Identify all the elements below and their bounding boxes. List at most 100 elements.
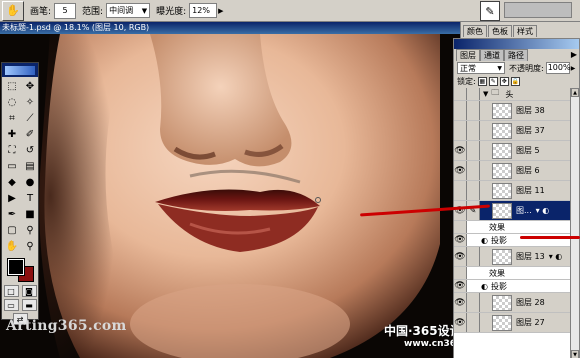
layer-row[interactable]: 👁 图层 5 xyxy=(454,141,579,161)
lock-position-icon[interactable]: ✥ xyxy=(499,77,509,86)
visibility-eye-icon[interactable] xyxy=(454,88,467,100)
layer-name: 图层 5 xyxy=(516,146,540,155)
link-icon[interactable] xyxy=(467,181,480,200)
screen-mode-full-icon[interactable]: ▬ xyxy=(21,299,37,311)
visibility-eye-icon[interactable]: 👁 xyxy=(454,141,467,160)
palette-well[interactable] xyxy=(504,2,572,18)
color-swatches[interactable] xyxy=(4,257,36,283)
link-icon[interactable] xyxy=(467,247,480,266)
effects-icon[interactable]: ▾ ◐ xyxy=(549,252,563,261)
move-tool-icon[interactable]: ✥ xyxy=(21,78,39,94)
foreground-color[interactable] xyxy=(7,258,25,276)
scroll-up-icon[interactable]: ▲ xyxy=(571,88,579,97)
link-icon[interactable] xyxy=(467,293,480,312)
airbrush-icon[interactable]: ✎ xyxy=(480,1,500,21)
visibility-eye-icon[interactable] xyxy=(454,101,467,120)
visibility-eye-icon[interactable]: 👁 xyxy=(454,280,467,292)
link-icon[interactable] xyxy=(467,101,480,120)
scroll-down-icon[interactable]: ▼ xyxy=(571,350,579,358)
dodge-tool-icon[interactable]: ● xyxy=(21,174,39,190)
marquee-tool-icon[interactable]: ⬚ xyxy=(3,78,21,94)
tab-color[interactable]: 颜色 xyxy=(463,25,487,37)
visibility-eye-icon[interactable]: 👁 xyxy=(454,313,467,332)
visibility-eye-icon[interactable] xyxy=(454,121,467,140)
layer-row[interactable]: 图层 38 xyxy=(454,101,579,121)
layer-row[interactable]: 图层 11 xyxy=(454,181,579,201)
range-select[interactable]: 中间调 ▼ xyxy=(106,3,151,18)
tab-swatches[interactable]: 色板 xyxy=(488,25,512,37)
drop-shadow-row[interactable]: 👁 ◐ 投影 xyxy=(454,280,579,293)
layer-name: 图层 11 xyxy=(516,186,545,195)
pen-tool-icon[interactable]: ✒ xyxy=(3,206,21,222)
type-tool-icon[interactable]: T xyxy=(21,190,39,206)
effects-row[interactable]: 效果 xyxy=(454,267,579,280)
lock-pixels-icon[interactable]: ✎ xyxy=(488,77,498,86)
visibility-eye-icon[interactable]: 👁 xyxy=(454,161,467,180)
layer-row-selected[interactable]: 👁 ✎ 图... ▾ ◐ xyxy=(454,201,579,221)
eraser-tool-icon[interactable]: ▭ xyxy=(3,158,21,174)
magic-wand-icon[interactable]: ✧ xyxy=(21,94,39,110)
history-brush-icon[interactable]: ↺ xyxy=(21,142,39,158)
visibility-eye-icon[interactable]: 👁 xyxy=(454,293,467,312)
brush-tool-icon[interactable]: ✐ xyxy=(21,126,39,142)
link-icon[interactable] xyxy=(467,141,480,160)
canvas[interactable] xyxy=(0,34,460,358)
options-bar: ✋ 画笔: 5 范围: 中间调 ▼ 曝光度: 12% ▶ ✎ xyxy=(0,0,580,22)
stamp-tool-icon[interactable]: ⛶ xyxy=(3,142,21,158)
layer-folder[interactable]: ▼ 🗀 头 xyxy=(454,88,579,101)
link-icon[interactable] xyxy=(467,161,480,180)
notes-tool-icon[interactable]: ▢ xyxy=(3,222,21,238)
panel-menu-icon[interactable]: ▶ xyxy=(571,49,577,61)
eyedropper-icon[interactable]: ⚲ xyxy=(21,222,39,238)
document-title: 未标题-1.psd @ 18.1% (图层 10, RGB) xyxy=(0,22,460,34)
crop-tool-icon[interactable]: ⌗ xyxy=(3,110,21,126)
gradient-tool-icon[interactable]: ▤ xyxy=(21,158,39,174)
brush-picker[interactable]: 5 xyxy=(54,2,77,19)
layers-scrollbar[interactable]: ▲ ▼ xyxy=(570,88,579,358)
screen-mode-standard-icon[interactable]: ▭ xyxy=(3,299,19,311)
opacity-arrow-icon[interactable]: ▶ xyxy=(571,65,576,72)
visibility-eye-icon[interactable]: 👁 xyxy=(454,247,467,266)
color-panel: 颜色 色板 样式 xyxy=(460,22,580,38)
layer-row[interactable]: 图层 37 xyxy=(454,121,579,141)
standard-mode-icon[interactable]: □ xyxy=(3,285,19,297)
quickmask-mode-icon[interactable]: ◙ xyxy=(21,285,37,297)
tab-paths[interactable]: 路径 xyxy=(504,49,528,61)
layers-panel-titlebar[interactable] xyxy=(454,39,579,49)
hand-tool-icon[interactable]: ✋ xyxy=(3,238,21,254)
effects-row[interactable]: 效果 xyxy=(454,221,579,234)
slice-tool-icon[interactable]: ⟋ xyxy=(21,110,39,126)
layer-row[interactable]: 👁 图层 13 ▾ ◐ xyxy=(454,247,579,267)
shape-tool-icon[interactable]: ■ xyxy=(21,206,39,222)
blend-mode-select[interactable]: 正常 ▼ xyxy=(457,62,505,74)
expand-arrow-icon[interactable]: ▼ xyxy=(483,90,488,98)
tab-styles[interactable]: 样式 xyxy=(513,25,537,37)
layer-row[interactable]: 👁 图层 28 xyxy=(454,293,579,313)
exposure-arrow-icon[interactable]: ▶ xyxy=(218,7,223,15)
link-icon[interactable] xyxy=(467,88,480,100)
tab-channels[interactable]: 通道 xyxy=(480,49,504,61)
visibility-eye-icon[interactable] xyxy=(454,181,467,200)
visibility-eye-icon[interactable] xyxy=(454,267,467,279)
tab-layers[interactable]: 图层 xyxy=(456,49,480,61)
link-icon[interactable] xyxy=(467,121,480,140)
visibility-eye-icon[interactable]: 👁 xyxy=(454,201,467,220)
zoom-tool-icon[interactable]: ⚲ xyxy=(21,238,39,254)
lasso-tool-icon[interactable]: ◌ xyxy=(3,94,21,110)
link-icon[interactable] xyxy=(467,313,480,332)
layer-thumbnail xyxy=(492,122,512,139)
effects-icon[interactable]: ▾ ◐ xyxy=(536,206,550,215)
opacity-input[interactable]: 100% xyxy=(545,62,571,74)
layer-row[interactable]: 👁 图层 6 xyxy=(454,161,579,181)
visibility-eye-icon[interactable] xyxy=(454,221,467,233)
path-select-icon[interactable]: ▶ xyxy=(3,190,21,206)
blur-tool-icon[interactable]: ◆ xyxy=(3,174,21,190)
visibility-eye-icon[interactable]: 👁 xyxy=(454,234,467,246)
brush-active-icon[interactable]: ✎ xyxy=(467,201,480,220)
lock-all-icon[interactable]: 🔒 xyxy=(510,77,520,86)
layer-row[interactable]: 👁 图层 27 xyxy=(454,313,579,333)
healing-brush-icon[interactable]: ✚ xyxy=(3,126,21,142)
burn-tool-icon[interactable]: ✋ xyxy=(2,0,24,21)
exposure-input[interactable]: 12% xyxy=(189,3,218,18)
lock-transparency-icon[interactable]: ▦ xyxy=(477,77,487,86)
